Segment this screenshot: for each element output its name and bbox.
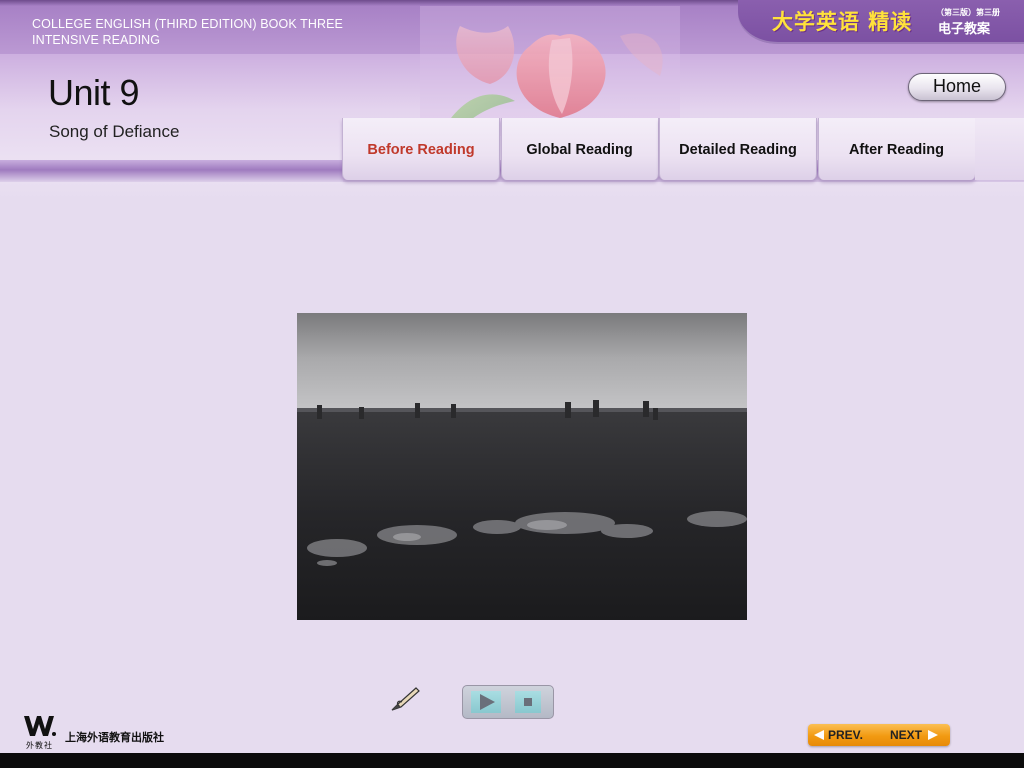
tulip-decoration <box>420 6 680 136</box>
page-subtitle: Song of Defiance <box>49 122 180 141</box>
brand-title: 大学英语 精读 <box>772 10 913 34</box>
video-still <box>297 313 747 620</box>
stop-icon[interactable] <box>515 691 541 713</box>
video-player-frame[interactable] <box>297 313 747 620</box>
tab-detailed-reading[interactable]: Detailed Reading <box>659 118 817 180</box>
tab-after-reading[interactable]: After Reading <box>817 118 976 180</box>
header-band-left <box>0 160 343 182</box>
header: COLLEGE ENGLISH (THIRD EDITION) BOOK THR… <box>0 0 1024 200</box>
prev-next-nav: PREV. NEXT <box>808 724 950 746</box>
tab-bar: Before Reading Global Reading Detailed R… <box>342 118 976 180</box>
home-button[interactable]: Home <box>908 73 1006 101</box>
prev-button[interactable]: PREV. <box>814 727 863 743</box>
publisher-logo-icon <box>24 716 56 736</box>
book-title: COLLEGE ENGLISH (THIRD EDITION) BOOK THR… <box>32 17 343 47</box>
publisher-logo-text: 外教社 <box>26 741 53 750</box>
tab-before-reading[interactable]: Before Reading <box>342 118 500 180</box>
tab-bar-cap <box>975 118 1024 180</box>
page-title: Unit 9 <box>48 72 140 113</box>
next-button[interactable]: NEXT <box>890 727 939 743</box>
play-icon[interactable] <box>471 691 501 713</box>
tab-global-reading[interactable]: Global Reading <box>500 118 659 180</box>
publisher-name: 上海外语教育出版社 <box>65 731 164 744</box>
media-controls <box>462 685 554 719</box>
brand-edition: （第三版）第三册 <box>936 8 1000 17</box>
pen-icon[interactable] <box>388 684 422 714</box>
bottom-bar <box>0 753 1024 768</box>
brand-subtitle: 电子教案 <box>938 22 991 37</box>
